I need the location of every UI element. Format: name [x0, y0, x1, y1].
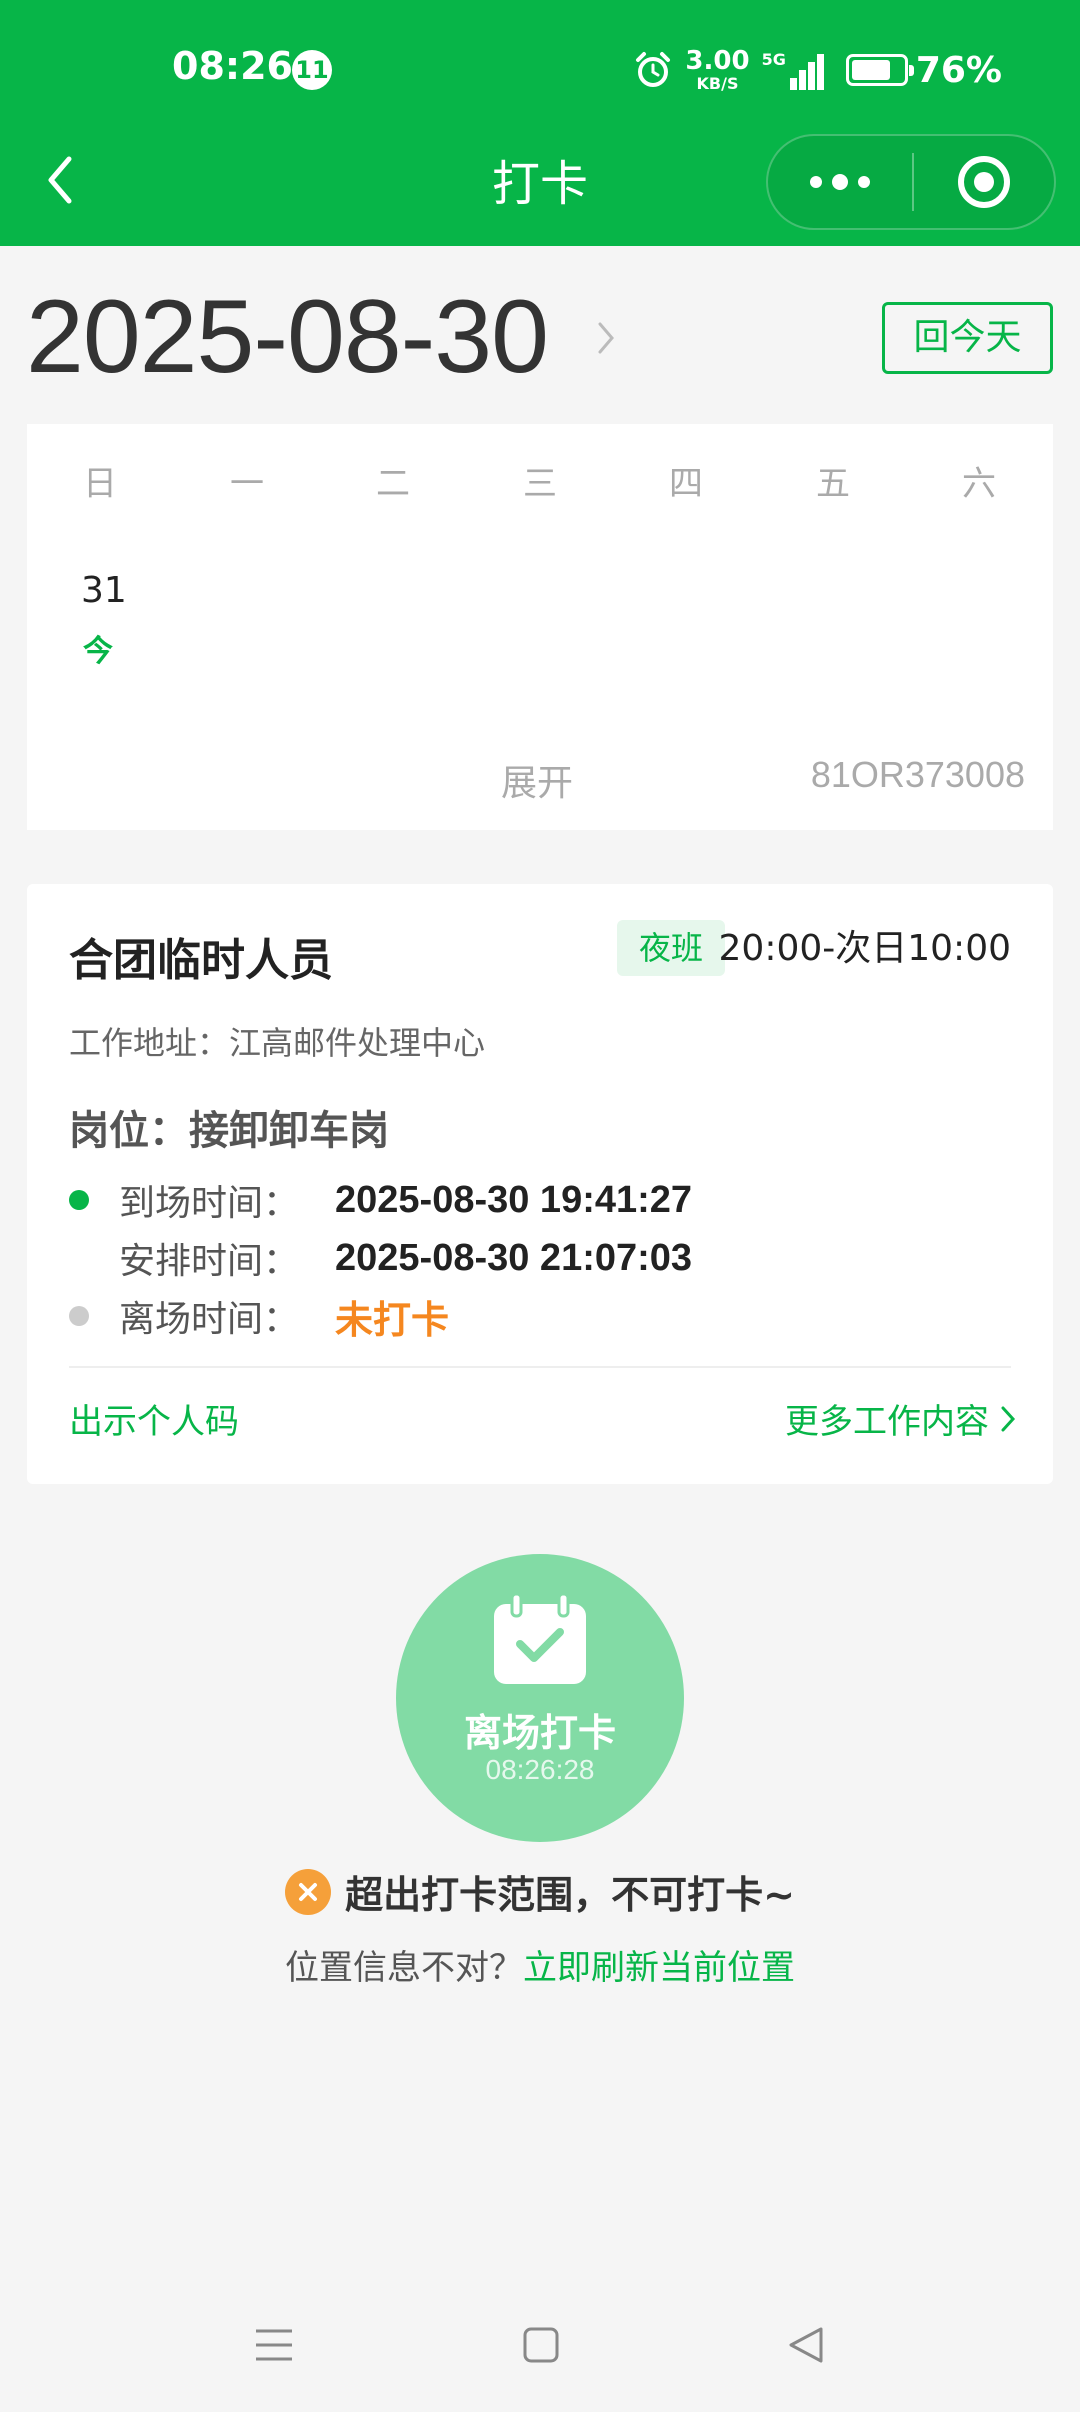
refresh-location-link[interactable]: 立即刷新当前位置 [523, 1948, 795, 1988]
mini-program-capsule [766, 134, 1056, 230]
status-dot-icon [69, 1190, 89, 1210]
back-to-today-button[interactable]: 回今天 [882, 302, 1053, 374]
location-question: 位置信息不对？ [285, 1948, 523, 1988]
battery-fill [851, 60, 890, 80]
more-menu-button[interactable] [768, 136, 912, 228]
calendar-check-icon [494, 1592, 586, 1684]
network-speed-value: 3.00 [685, 46, 750, 76]
worker-type: 合团临时人员 [69, 935, 333, 986]
system-back-button[interactable] [781, 2320, 831, 2370]
more-work-content-label: 更多工作内容 [785, 1402, 989, 1442]
arrival-time-value: 2025-08-30 19:41:27 [335, 1178, 693, 1221]
more-work-content-link[interactable]: 更多工作内容 [785, 1394, 1017, 1443]
battery-percent: 76% [915, 49, 1002, 91]
weekday-tue: 二 [376, 464, 410, 504]
location-refresh-row: 位置信息不对？立即刷新当前位置 [0, 1940, 1080, 1989]
show-personal-code-link[interactable]: 出示个人码 [69, 1394, 239, 1443]
arrival-time-row: 到场时间： 2025-08-30 19:41:27 [69, 1174, 692, 1226]
out-of-range-warning: 超出打卡范围，不可打卡~ [0, 1864, 1080, 1919]
expand-calendar-button[interactable]: 展开 [501, 754, 573, 806]
leave-time-row: 离场时间： 未打卡 [69, 1290, 449, 1342]
signal-icon: 5G [762, 50, 824, 90]
top-bar: 08:26 11 3.00 KB/S 5G 76% 打卡 [0, 0, 1080, 246]
arrival-time-label: 到场时间： [119, 1183, 300, 1224]
notification-count-badge: 11 [292, 50, 332, 90]
work-info-card: 合团临时人员 夜班 20:00-次日10:00 工作地址：江高邮件处理中心 岗位… [27, 884, 1053, 1484]
status-time: 08:26 [172, 44, 293, 88]
battery-indicator: 76% [845, 49, 1002, 91]
schedule-time-row: 安排时间： 2025-08-30 21:07:03 [69, 1232, 692, 1284]
leave-time-label: 离场时间： [119, 1299, 300, 1340]
system-navigation-bar [0, 2310, 1080, 2380]
station-code: 81OR373008 [810, 754, 1025, 795]
home-button[interactable] [516, 2320, 566, 2370]
warning-text: 超出打卡范围，不可打卡~ [345, 1873, 795, 1917]
job-position: 岗位：接卸卸车岗 [69, 1108, 389, 1154]
calendar-day[interactable]: 31 [81, 570, 127, 611]
status-dot-icon [69, 1306, 89, 1326]
weekday-thu: 四 [669, 464, 703, 504]
selected-date[interactable]: 2025-08-30 [26, 278, 549, 397]
alarm-icon [636, 52, 671, 87]
shift-time: 20:00-次日10:00 [718, 928, 1011, 969]
schedule-time-value: 2025-08-30 21:07:03 [335, 1236, 693, 1279]
weekday-sat: 六 [962, 464, 996, 504]
chevron-right-icon[interactable] [592, 318, 620, 358]
punch-clock: 08:26:28 [485, 1754, 595, 1785]
network-speed: 3.00 KB/S [685, 48, 749, 92]
weekday-mon: 一 [230, 464, 264, 504]
punch-label: 离场打卡 [463, 1711, 616, 1755]
status-icons: 3.00 KB/S 5G 76% [633, 40, 1002, 100]
network-type: 5G [761, 50, 786, 69]
battery-icon [845, 54, 914, 86]
network-speed-unit: KB/S [696, 74, 739, 93]
calendar-card: 日 一 二 三 四 五 六 31 今 展开 81OR373008 [27, 424, 1053, 830]
today-marker: 今 [83, 634, 113, 669]
chevron-right-icon [1001, 1406, 1016, 1431]
target-icon [958, 156, 1010, 208]
leave-punch-button[interactable]: 离场打卡 08:26:28 [396, 1554, 684, 1842]
weekday-sun: 日 [83, 464, 117, 504]
menu-icon [256, 2329, 292, 2361]
shift-badge: 夜班 [617, 920, 725, 976]
divider [69, 1366, 1011, 1368]
leave-time-value: 未打卡 [335, 1297, 450, 1342]
work-address: 工作地址：江高邮件处理中心 [69, 1024, 486, 1062]
schedule-time-label: 安排时间： [119, 1241, 300, 1282]
back-triangle-icon [789, 2327, 823, 2363]
close-mini-program-button[interactable] [914, 136, 1054, 228]
recent-apps-button[interactable] [249, 2320, 299, 2370]
home-square-icon [523, 2327, 559, 2363]
weekday-wed: 三 [523, 464, 557, 504]
weekday-header: 日 一 二 三 四 五 六 [27, 456, 1053, 506]
error-icon [285, 1868, 332, 1915]
weekday-fri: 五 [816, 464, 850, 504]
